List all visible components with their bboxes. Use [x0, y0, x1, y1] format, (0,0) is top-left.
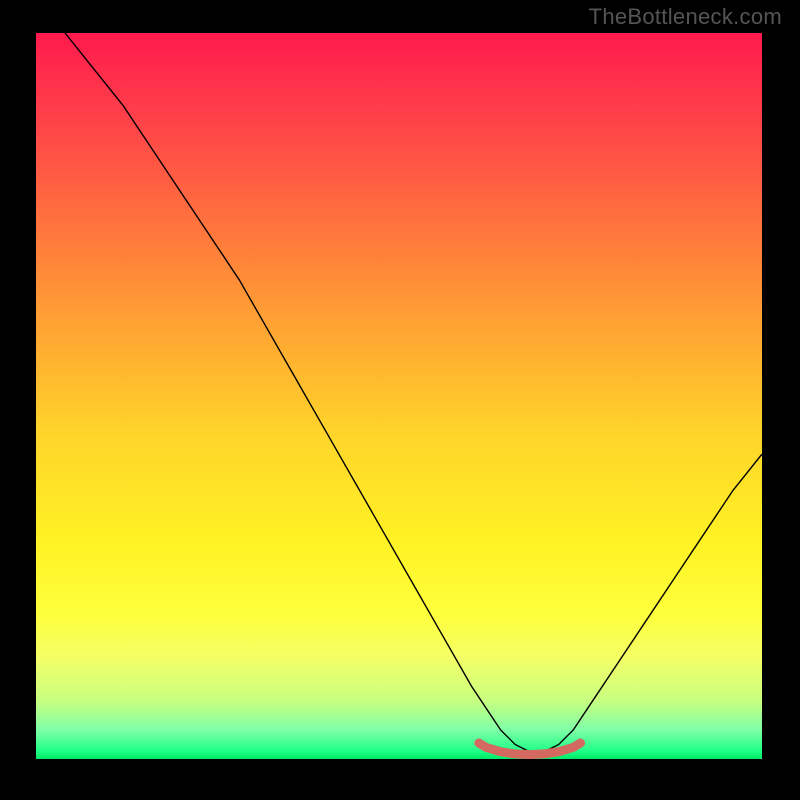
watermark-label: TheBottleneck.com [589, 4, 782, 30]
bottleneck-curve [36, 33, 762, 752]
optimal-marker [479, 743, 581, 755]
chart-container: TheBottleneck.com [0, 0, 800, 800]
chart-svg [36, 33, 762, 759]
